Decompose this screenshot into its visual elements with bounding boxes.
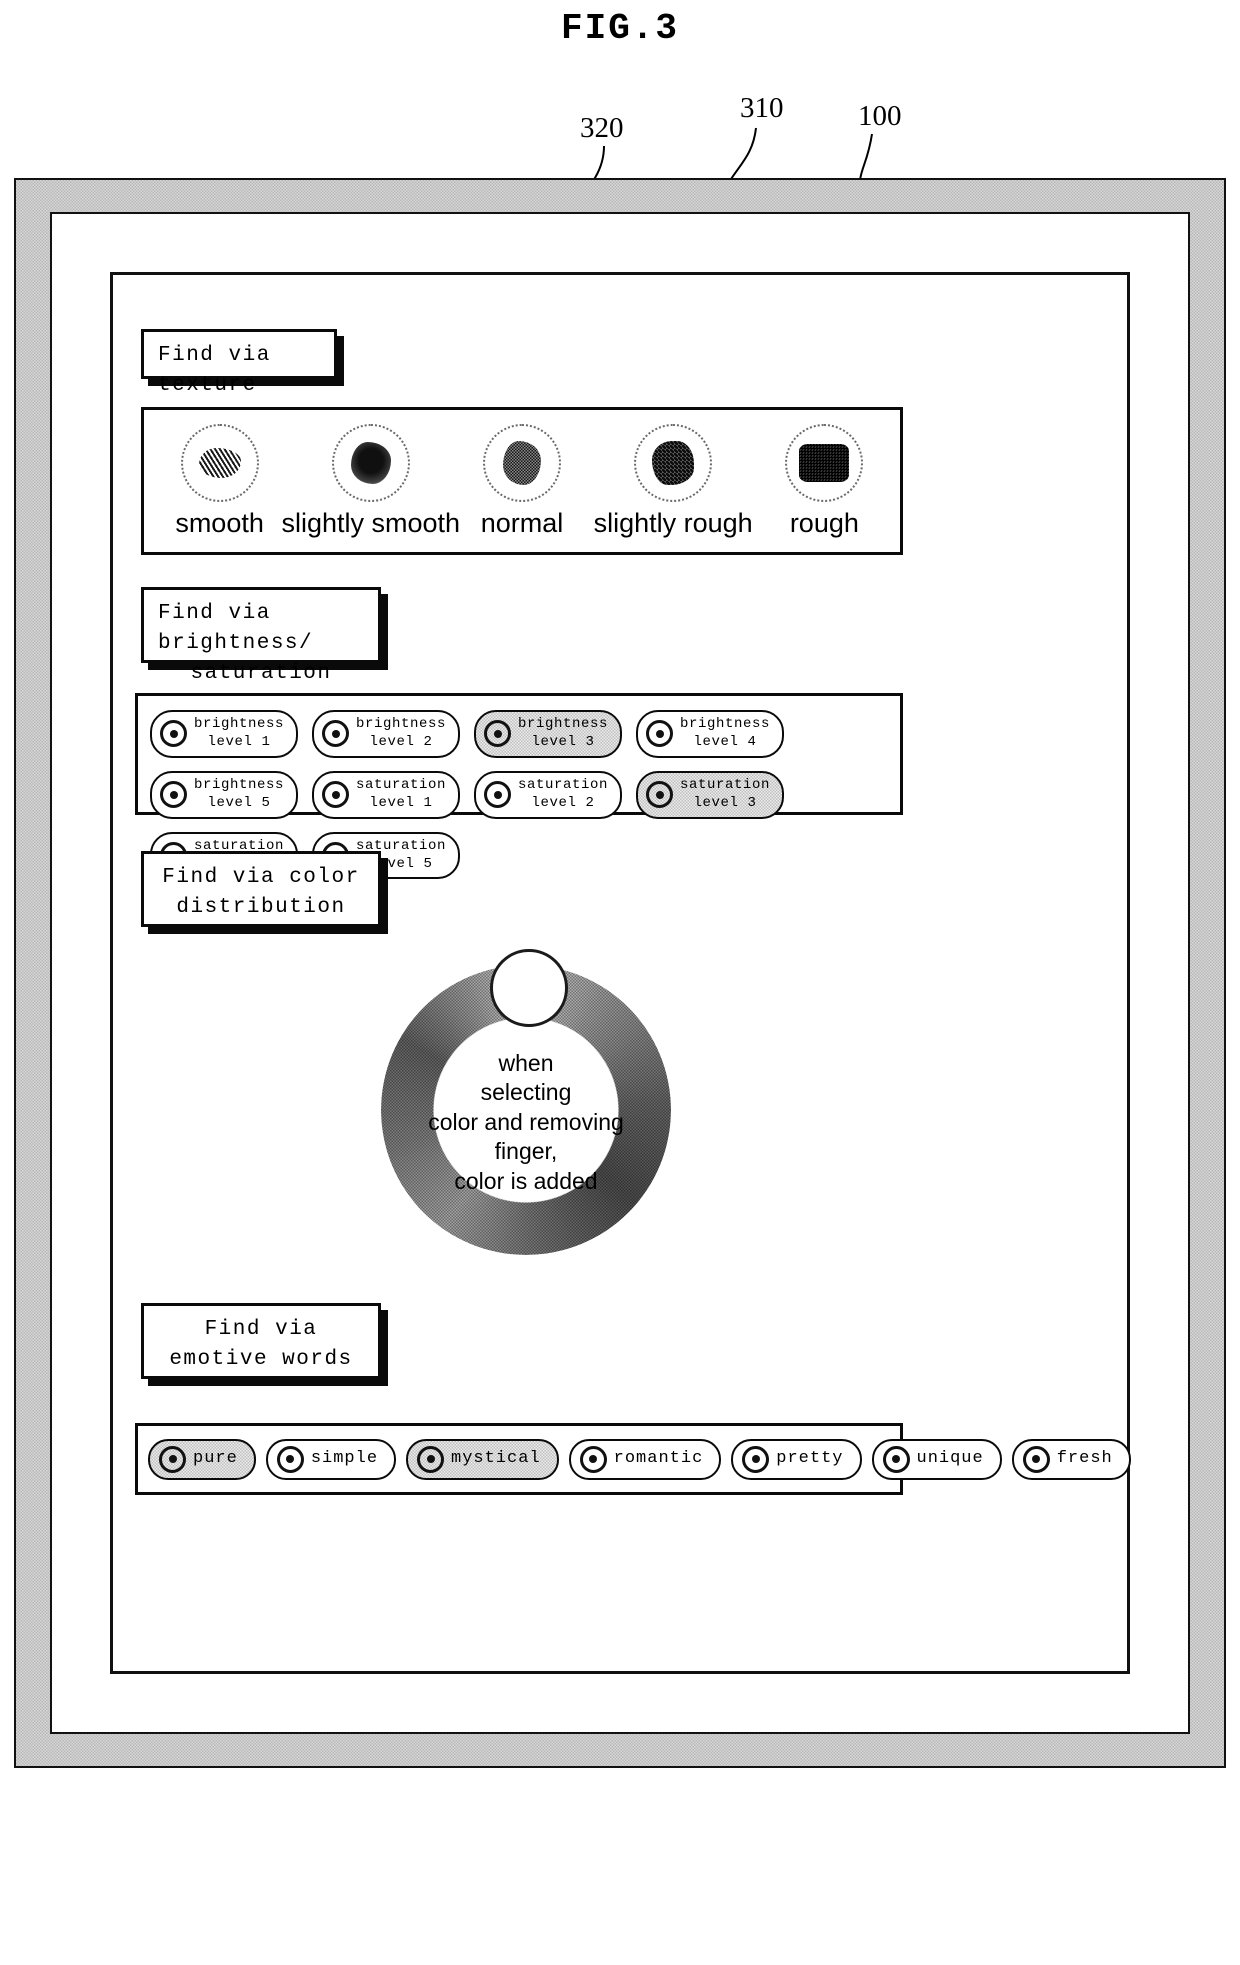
radio-icon: [276, 1445, 304, 1473]
find-via-texture-label: Find via texture: [141, 329, 337, 397]
device-chassis: Find via texture smooth slightly smooth …: [14, 178, 1226, 1768]
device-screen: Find via texture smooth slightly smooth …: [110, 272, 1131, 1674]
radio-icon: [1022, 1445, 1050, 1473]
option-label-line1: brightness: [356, 716, 447, 732]
emotive-words-pill-list: pure simple mystical romantic pretty uni…: [138, 1426, 1131, 1492]
option-label: romantic: [613, 1449, 704, 1469]
option-label-line2: level 2: [531, 794, 595, 811]
texture-option-smooth[interactable]: smooth: [145, 423, 295, 539]
radio-icon: [646, 781, 674, 809]
option-brightness-level-5[interactable]: brightness level 5: [150, 770, 299, 819]
option-label: fresh: [1056, 1449, 1113, 1469]
option-brightness-level-1[interactable]: brightness level 1: [150, 710, 299, 758]
option-brightness-level-2[interactable]: brightness level 2: [312, 710, 461, 758]
instruction-line-3: color and removing: [428, 1108, 624, 1135]
option-label-line1: brightness: [194, 716, 285, 732]
texture-option-label: slightly rough: [593, 507, 753, 538]
option-emotive-simple[interactable]: simple: [265, 1438, 397, 1480]
option-label: pure: [193, 1449, 238, 1469]
color-wheel-instruction: when selecting color and removing finger…: [426, 1049, 626, 1196]
texture-swatch-rough-icon: [785, 423, 864, 502]
option-label-line2: level 5: [207, 794, 271, 811]
option-emotive-pretty[interactable]: pretty: [731, 1438, 862, 1480]
emotive-words-options-panel: pure simple mystical romantic pretty uni…: [135, 1423, 1131, 1495]
instruction-line-2: selecting: [480, 1079, 572, 1106]
radio-icon: [160, 781, 187, 809]
radio-icon: [322, 781, 350, 809]
radio-icon: [159, 1445, 186, 1473]
color-distribution-wheel[interactable]: when selecting color and removing finger…: [381, 949, 671, 1265]
texture-swatch-slightly-rough-icon: [634, 423, 713, 502]
texture-option-label: slightly smooth: [281, 507, 461, 538]
option-emotive-unique[interactable]: unique: [871, 1438, 1002, 1480]
instruction-line-1: when: [498, 1050, 554, 1076]
brightness-saturation-options-panel: brightness level 1 brightness level 2 br…: [135, 693, 903, 880]
radio-icon: [579, 1445, 607, 1473]
option-label: pretty: [776, 1449, 844, 1469]
texture-swatch-slightly-smooth-icon: [331, 423, 410, 502]
option-emotive-romantic[interactable]: romantic: [568, 1438, 722, 1480]
option-label-line1: brightness: [194, 776, 285, 793]
option-label-line1: brightness: [680, 716, 771, 732]
texture-option-label: rough: [789, 507, 859, 538]
device-bezel: Find via texture smooth slightly smooth …: [50, 212, 1190, 1734]
option-label-line2: level 1: [207, 733, 271, 750]
find-via-color-distribution-label: Find via color distribution: [141, 851, 381, 927]
option-emotive-pure[interactable]: pure: [148, 1438, 256, 1480]
option-emotive-fresh[interactable]: fresh: [1011, 1438, 1131, 1480]
option-label: mystical: [451, 1449, 541, 1469]
option-label: unique: [916, 1449, 984, 1469]
instruction-line-4: finger,: [494, 1138, 558, 1165]
color-wheel-handle[interactable]: [490, 949, 568, 1027]
texture-option-rough[interactable]: rough: [749, 423, 899, 539]
option-saturation-level-1[interactable]: saturation level 1: [312, 770, 461, 819]
option-label-line1: saturation: [518, 776, 609, 793]
texture-option-slightly-rough[interactable]: slightly rough: [594, 423, 753, 539]
find-via-emotive-words-label: Find via emotive words: [141, 1303, 381, 1379]
brightness-saturation-pill-list: brightness level 1 brightness level 2 br…: [138, 696, 900, 880]
texture-swatch-smooth-icon: [180, 423, 259, 502]
option-label-line2: level 3: [693, 794, 757, 811]
radio-icon: [646, 720, 674, 748]
texture-options-panel: smooth slightly smooth normal slightly r…: [141, 407, 903, 555]
option-label-line1: saturation: [356, 776, 447, 793]
texture-option-label: normal: [480, 507, 564, 538]
option-label-line2: level 3: [531, 733, 595, 750]
radio-icon: [742, 1445, 770, 1473]
option-label-line1: brightness: [518, 716, 609, 732]
texture-option-normal[interactable]: normal: [447, 423, 597, 539]
radio-icon: [882, 1445, 910, 1473]
radio-icon: [160, 720, 187, 748]
option-emotive-mystical[interactable]: mystical: [406, 1438, 559, 1480]
option-label-line2: level 2: [369, 733, 433, 750]
option-label-line2: level 1: [369, 794, 433, 811]
texture-option-slightly-smooth[interactable]: slightly smooth: [282, 423, 460, 539]
radio-icon: [484, 720, 512, 748]
radio-icon: [417, 1445, 445, 1473]
texture-swatch-normal-icon: [482, 423, 561, 502]
texture-option-label: smooth: [175, 507, 264, 538]
find-via-brightness-saturation-label: Find via brightness/ saturation: [141, 587, 381, 685]
radio-icon: [484, 781, 512, 809]
radio-icon: [322, 720, 350, 748]
instruction-line-5: color is added: [454, 1167, 598, 1194]
option-saturation-level-3[interactable]: saturation level 3: [636, 770, 785, 819]
option-brightness-level-3[interactable]: brightness level 3: [474, 710, 623, 758]
option-label-line2: level 4: [693, 733, 757, 750]
option-saturation-level-2[interactable]: saturation level 2: [474, 770, 623, 819]
option-label: simple: [310, 1449, 379, 1469]
option-label-line1: saturation: [680, 776, 771, 793]
option-brightness-level-4[interactable]: brightness level 4: [636, 710, 785, 758]
